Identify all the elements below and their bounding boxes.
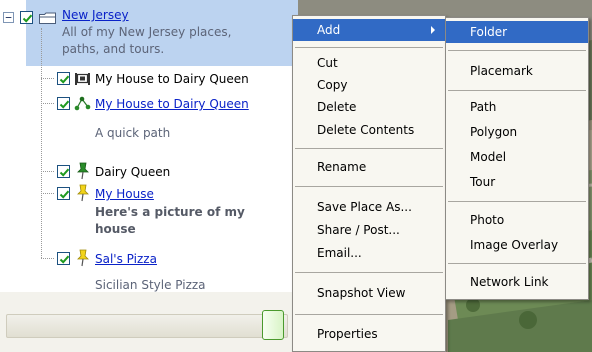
menu-item-label: Add — [317, 23, 341, 37]
checkmark-icon — [22, 14, 33, 23]
menu-item-save-place-as[interactable]: Save Place As... — [293, 196, 445, 218]
item-description: Here's a picture of my — [95, 205, 245, 219]
folder-icon — [38, 10, 56, 26]
menu-item-label: Photo — [470, 213, 505, 227]
menu-item-label: Polygon — [470, 125, 518, 139]
collapse-symbol: − — [5, 11, 12, 24]
submenu-item-photo[interactable]: Photo — [446, 209, 588, 231]
yellow-pushpin-icon — [75, 184, 93, 202]
menu-separator — [448, 263, 586, 264]
path-icon — [74, 95, 92, 111]
horizontal-scrollbar[interactable] — [6, 314, 288, 338]
menu-item-snapshot-view[interactable]: Snapshot View — [293, 282, 445, 304]
item-description: A quick path — [95, 126, 171, 140]
menu-item-label: Folder — [470, 25, 508, 39]
menu-item-label: Delete Contents — [317, 123, 415, 137]
menu-item-label: Rename — [317, 160, 367, 174]
submenu-item-image-overlay[interactable]: Image Overlay — [446, 234, 588, 256]
tree-connector-line — [41, 78, 54, 79]
root-description: All of my New Jersey places, — [62, 25, 232, 39]
item-visibility-checkbox[interactable] — [57, 252, 70, 265]
context-menu: Add Cut Copy Delete Delete Contents Rena… — [292, 15, 446, 352]
menu-item-label: Share / Post... — [317, 223, 400, 237]
item-visibility-checkbox[interactable] — [57, 187, 70, 200]
menu-item-label: Snapshot View — [317, 286, 406, 300]
menu-item-label: Placemark — [470, 64, 533, 78]
menu-item-label: Cut — [317, 56, 338, 70]
menu-separator — [295, 272, 443, 273]
menu-separator — [295, 186, 443, 187]
checkmark-icon — [59, 190, 70, 199]
menu-separator — [448, 90, 586, 91]
submenu-item-network-link[interactable]: Network Link — [446, 271, 588, 293]
item-label[interactable]: My House to Dairy Queen — [95, 97, 249, 111]
item-description: Sicilian Style Pizza — [95, 278, 206, 292]
menu-separator — [295, 314, 443, 315]
menu-item-label: Image Overlay — [470, 238, 559, 252]
menu-item-email[interactable]: Email... — [293, 242, 445, 264]
collapse-toggle[interactable]: − — [3, 12, 14, 23]
tree-connector-line — [41, 28, 42, 258]
menu-item-label: Copy — [317, 78, 348, 92]
menu-item-delete-contents[interactable]: Delete Contents — [293, 119, 445, 141]
green-pushpin-icon — [75, 162, 93, 180]
places-tree-panel: − New Jersey All of my New Jersey places… — [0, 0, 298, 352]
checkmark-icon — [59, 168, 70, 177]
menu-item-label: Model — [470, 150, 507, 164]
root-label[interactable]: New Jersey — [62, 8, 129, 22]
root-visibility-checkbox[interactable] — [20, 11, 33, 24]
checkmark-icon — [59, 75, 70, 84]
menu-item-label: Tour — [470, 175, 496, 189]
submenu-arrow-icon — [431, 26, 435, 34]
menu-item-share-post[interactable]: Share / Post... — [293, 219, 445, 241]
add-submenu: Folder Placemark Path Polygon Model Tour… — [445, 17, 589, 300]
item-description: house — [95, 222, 136, 236]
menu-item-cut[interactable]: Cut — [293, 52, 445, 74]
menu-separator — [295, 148, 443, 149]
menu-item-add[interactable]: Add — [293, 19, 445, 41]
submenu-item-polygon[interactable]: Polygon — [446, 121, 588, 143]
scrollbar-thumb[interactable] — [262, 310, 284, 340]
submenu-item-tour[interactable]: Tour — [446, 171, 588, 193]
tree-connector-line — [41, 193, 54, 194]
item-visibility-checkbox[interactable] — [57, 72, 70, 85]
tree-connector-line — [41, 171, 54, 172]
submenu-item-folder[interactable]: Folder — [446, 21, 588, 43]
tree-connector-line — [41, 258, 54, 259]
menu-item-label: Properties — [317, 327, 378, 341]
menu-item-label: Network Link — [470, 275, 549, 289]
submenu-item-path[interactable]: Path — [446, 96, 588, 118]
menu-separator — [295, 47, 443, 48]
tour-icon — [74, 71, 92, 87]
tree-connector-line — [41, 103, 54, 104]
yellow-pushpin-icon — [75, 249, 93, 267]
menu-item-rename[interactable]: Rename — [293, 156, 445, 178]
submenu-item-model[interactable]: Model — [446, 146, 588, 168]
item-label[interactable]: My House — [95, 187, 154, 201]
menu-separator — [448, 50, 586, 51]
menu-item-label: Save Place As... — [317, 200, 412, 214]
menu-item-copy[interactable]: Copy — [293, 74, 445, 96]
item-label[interactable]: Dairy Queen — [95, 165, 170, 179]
submenu-item-placemark[interactable]: Placemark — [446, 60, 588, 82]
checkmark-icon — [59, 255, 70, 264]
item-visibility-checkbox[interactable] — [57, 165, 70, 178]
menu-item-properties[interactable]: Properties — [293, 323, 445, 345]
menu-separator — [448, 201, 586, 202]
menu-item-label: Path — [470, 100, 497, 114]
menu-item-delete[interactable]: Delete — [293, 96, 445, 118]
item-label[interactable]: My House to Dairy Queen — [95, 72, 249, 86]
menu-item-label: Delete — [317, 100, 357, 114]
root-description: paths, and tours. — [62, 42, 165, 56]
menu-item-label: Email... — [317, 246, 362, 260]
item-visibility-checkbox[interactable] — [57, 97, 70, 110]
item-label[interactable]: Sal's Pizza — [95, 252, 157, 266]
checkmark-icon — [59, 100, 70, 109]
